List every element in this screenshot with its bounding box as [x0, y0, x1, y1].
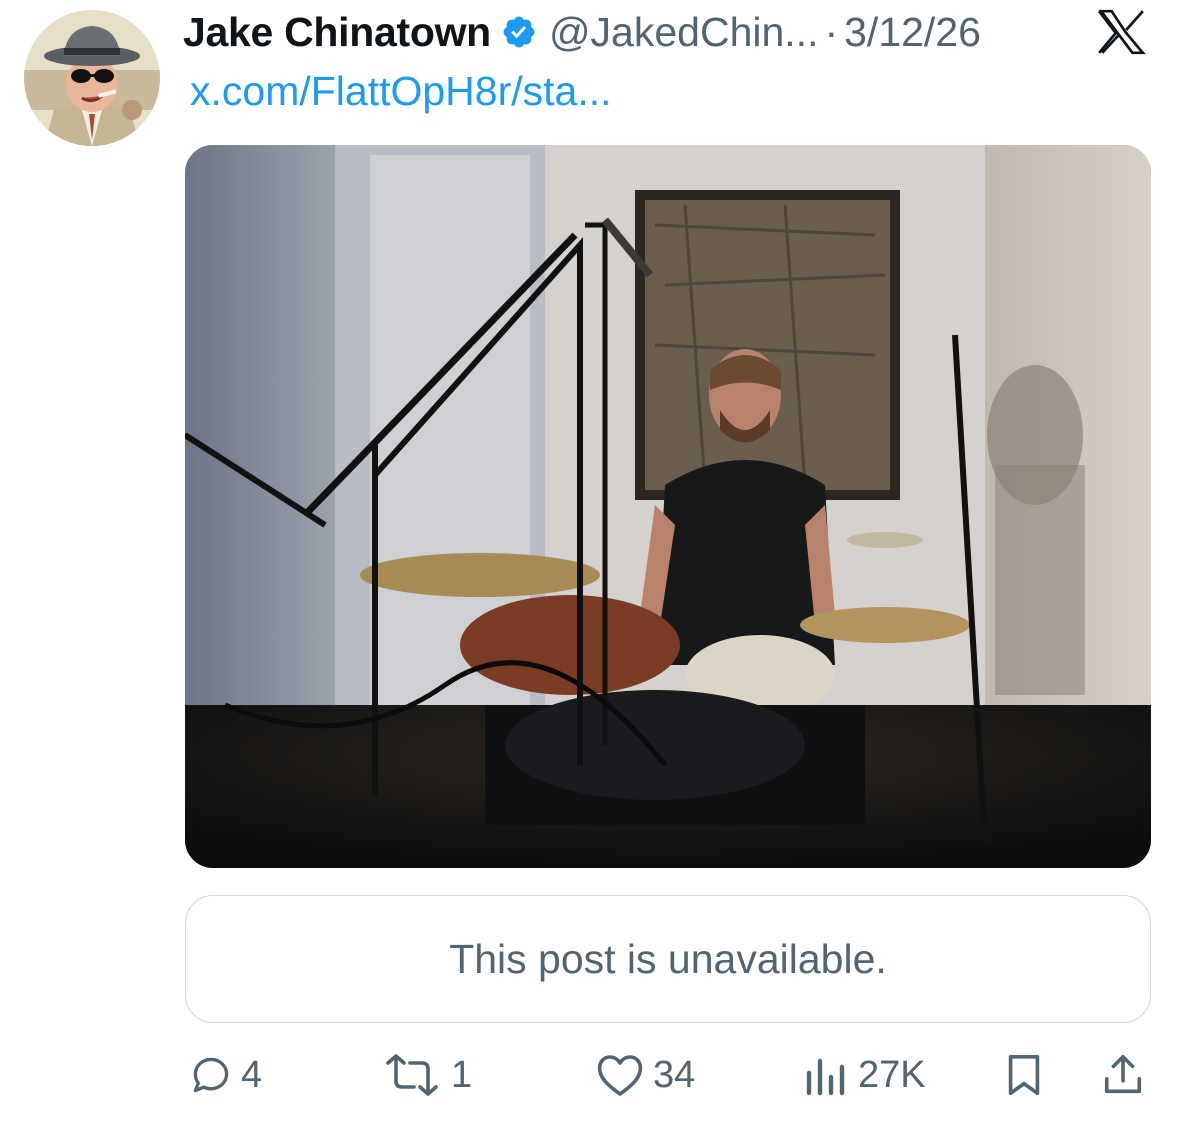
post-link[interactable]: x.com/FlattOpH8r/sta... — [190, 68, 612, 115]
share-button[interactable] — [1100, 1050, 1146, 1100]
reply-count: 4 — [241, 1053, 263, 1096]
author-handle[interactable]: @JakedChin... — [549, 9, 819, 56]
post-date[interactable]: 3/12/26 — [844, 9, 981, 56]
share-icon — [1104, 1054, 1142, 1094]
post-media-image[interactable] — [185, 145, 1151, 868]
like-button[interactable]: 34 — [595, 1050, 695, 1100]
post-header: Jake Chinatown @JakedChin... · 3/12/26 — [183, 4, 981, 60]
bookmark-icon — [1008, 1054, 1040, 1096]
views-icon — [806, 1058, 845, 1096]
repost-count: 1 — [451, 1053, 473, 1096]
reply-icon — [193, 1057, 229, 1093]
drummer-photo — [185, 145, 1151, 868]
views-count: 27K — [858, 1053, 926, 1096]
quoted-post-card[interactable]: This post is unavailable. — [185, 895, 1151, 1023]
reply-button[interactable]: 4 — [189, 1050, 262, 1100]
verified-badge-icon — [503, 16, 535, 48]
repost-icon — [386, 1054, 438, 1096]
action-bar: 4 1 34 27K — [0, 1040, 1179, 1110]
x-logo-icon — [1098, 9, 1146, 55]
author-name[interactable]: Jake Chinatown — [183, 9, 491, 56]
repost-button[interactable]: 1 — [381, 1050, 472, 1100]
views-button[interactable]: 27K — [800, 1050, 926, 1100]
avatar[interactable] — [24, 10, 160, 146]
separator-dot: · — [824, 8, 839, 55]
unavailable-message: This post is unavailable. — [449, 935, 887, 982]
bookmark-button[interactable] — [1002, 1050, 1046, 1100]
heart-icon — [597, 1055, 643, 1096]
cartoon-detective-avatar — [24, 10, 160, 146]
like-count: 34 — [653, 1053, 696, 1096]
